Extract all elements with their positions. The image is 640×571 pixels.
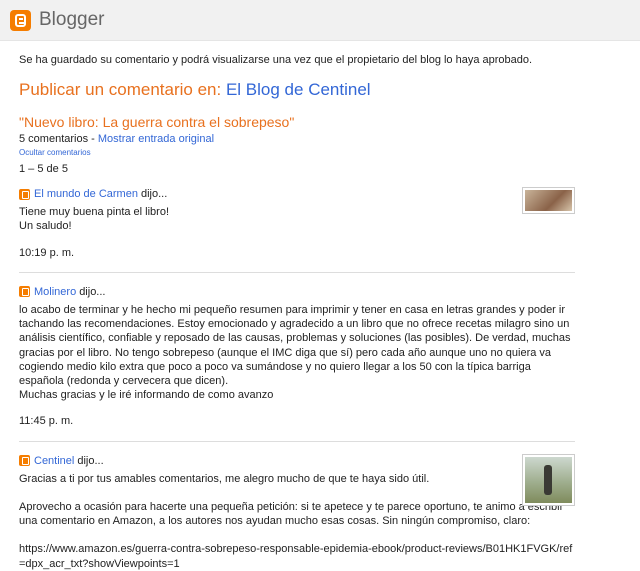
main-content: Se ha guardado su comentario y podrá vis… [0, 54, 640, 571]
comment-said: dijo... [140, 188, 168, 200]
comment-body: Gracias a ti por tus amables comentarios… [19, 472, 575, 571]
show-original-link[interactable]: Mostrar entrada original [98, 133, 214, 145]
blogger-icon [19, 188, 30, 200]
comment-line: Gracias a ti por tus amables comentarios… [19, 472, 430, 485]
publish-label: Publicar un comentario en: [19, 80, 222, 99]
comments-pager: 1 – 5 de 5 [19, 163, 68, 175]
post-meta: 5 comentarios - Mostrar entrada original [19, 133, 621, 145]
comment-time[interactable]: 10:19 p. m. [19, 246, 621, 260]
comment-time[interactable]: 11:45 p. m. [19, 414, 621, 428]
comment-line: Aprovecho a ocasión para hacerte una peq… [19, 501, 564, 528]
comment-divider [19, 440, 575, 442]
blogger-icon [19, 286, 30, 298]
blog-name-link[interactable]: El Blog de Centinel [226, 80, 371, 99]
comment-header: Molinero dijo... [19, 285, 621, 299]
publish-heading: Publicar un comentario en: El Blog de Ce… [19, 80, 621, 100]
comment-count: 5 comentarios [19, 133, 89, 145]
saved-notice: Se ha guardado su comentario y podrá vis… [19, 54, 533, 66]
comment-divider [19, 271, 575, 273]
comment-said: dijo... [77, 454, 104, 467]
hide-comments-link[interactable]: Ocultar comentarios [19, 148, 91, 157]
avatar[interactable] [522, 187, 575, 214]
comment-author-link[interactable]: Molinero [34, 285, 76, 299]
comment-item: Centinel dijo... Gracias a ti por tus am… [19, 453, 621, 571]
meta-separator: - [88, 133, 98, 145]
comment-said: dijo... [79, 285, 106, 298]
comment-author-link[interactable]: El mundo de Carmen [34, 187, 138, 201]
comment-line: lo acabo de terminar y he hecho mi peque… [19, 304, 571, 388]
comment-item: Molinero dijo... lo acabo de terminar y … [19, 285, 621, 442]
blogger-brand[interactable]: Blogger [39, 9, 105, 31]
blogger-logo-icon[interactable] [10, 9, 31, 31]
comment-line: Un saludo! [19, 220, 72, 233]
comment-author-link[interactable]: Centinel [34, 454, 74, 468]
amazon-review-url: https://www.amazon.es/guerra-contra-sobr… [19, 543, 573, 570]
blogger-icon [19, 455, 30, 467]
comment-body: lo acabo de terminar y he hecho mi peque… [19, 303, 575, 402]
comment-item: El mundo de Carmen dijo... Tiene muy bue… [19, 187, 621, 273]
avatar[interactable] [522, 453, 575, 506]
comment-line: Muchas gracias y le iré informando de co… [19, 389, 274, 402]
blogger-header: Blogger [0, 0, 640, 41]
post-title: "Nuevo libro: La guerra contra el sobrep… [19, 114, 295, 130]
